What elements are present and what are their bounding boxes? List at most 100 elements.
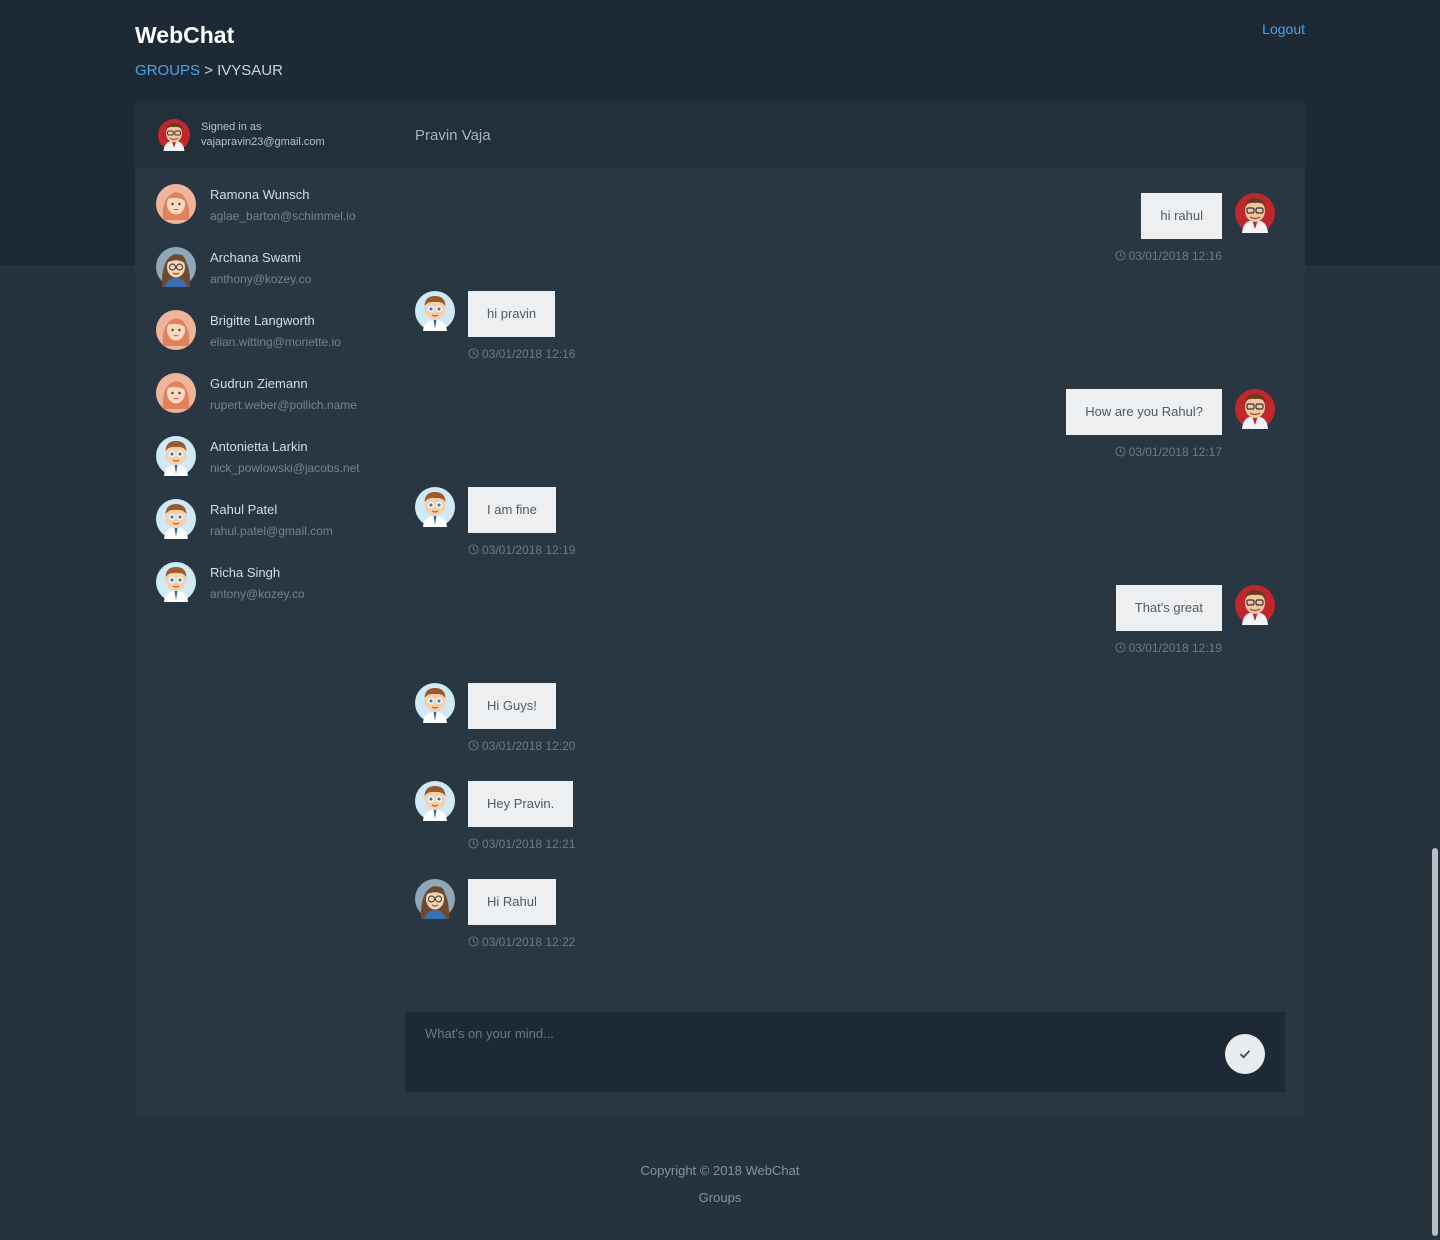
chat-message: How are you Rahul? 03/01/2018 12:17 <box>385 389 1305 479</box>
message-time: 03/01/2018 12:16 <box>1128 249 1222 263</box>
footer: Copyright © 2018 WebChat Groups <box>0 1163 1440 1205</box>
contact-email: elian.witting@moriette.io <box>210 335 341 349</box>
contact-name: Brigitte Langworth <box>210 313 315 328</box>
message-bubble: Hi Rahul <box>468 879 556 925</box>
message-time: 03/01/2018 12:22 <box>482 935 576 949</box>
contact-item[interactable]: Ramona Wunsch aglae_barton@schimmel.io <box>135 174 385 237</box>
message-timestamp: 03/01/2018 12:22 <box>468 935 575 949</box>
message-timestamp: 03/01/2018 12:20 <box>468 739 575 753</box>
contacts-sidebar: Signed in as vajapravin23@gmail.com Ramo… <box>135 103 385 1116</box>
chat-message: Hi Guys! 03/01/2018 12:20 <box>385 683 1305 773</box>
contact-email: aglae_barton@schimmel.io <box>210 209 356 223</box>
chat-message: I am fine 03/01/2018 12:19 <box>385 487 1305 577</box>
man-glasses-avatar-icon <box>158 119 190 151</box>
contact-name: Ramona Wunsch <box>210 187 310 202</box>
message-timestamp: 03/01/2018 12:16 <box>1115 249 1222 263</box>
clock-icon <box>468 740 479 751</box>
message-timestamp: 03/01/2018 12:17 <box>1115 445 1222 459</box>
contact-email: rupert.weber@pollich.name <box>210 398 357 412</box>
chat-message: That's great 03/01/2018 12:19 <box>385 585 1305 675</box>
message-timestamp: 03/01/2018 12:19 <box>468 543 575 557</box>
boy-avatar-icon <box>415 781 455 821</box>
contact-name: Antonietta Larkin <box>210 439 308 454</box>
boy-avatar-icon <box>415 487 455 527</box>
send-button[interactable] <box>1225 1034 1265 1074</box>
message-bubble: Hey Pravin. <box>468 781 574 827</box>
message-time: 03/01/2018 12:17 <box>1128 445 1222 459</box>
clock-icon <box>1115 446 1126 457</box>
breadcrumb-separator: > <box>204 62 213 79</box>
contact-email: rahul.patel@gmail.com <box>210 524 333 538</box>
boy-avatar-icon <box>415 683 455 723</box>
message-timestamp: 03/01/2018 12:19 <box>1115 641 1222 655</box>
contact-item[interactable]: Archana Swami anthony@kozey.co <box>135 237 385 300</box>
check-icon <box>1239 1050 1251 1059</box>
chat-area: Pravin Vaja hi rahul 03/01/2018 12:16 hi p… <box>385 103 1305 1116</box>
contact-item[interactable]: Richa Singh antony@kozey.co <box>135 552 385 615</box>
chat-message: hi rahul 03/01/2018 12:16 <box>385 193 1305 283</box>
boy-avatar-icon <box>156 562 196 602</box>
message-timestamp: 03/01/2018 12:16 <box>468 347 575 361</box>
clock-icon <box>468 838 479 849</box>
message-bubble: hi pravin <box>468 291 556 337</box>
breadcrumb: GROUPS > IVYSAUR <box>135 62 283 79</box>
contact-email: anthony@kozey.co <box>210 272 312 286</box>
page-scrollbar[interactable] <box>1432 848 1438 1236</box>
contact-item[interactable]: Gudrun Ziemann rupert.weber@pollich.name <box>135 363 385 426</box>
logout-link[interactable]: Logout <box>1262 21 1305 37</box>
message-bubble: How are you Rahul? <box>1066 389 1222 435</box>
chat-header: Pravin Vaja <box>385 103 1305 168</box>
signed-in-email: vajapravin23@gmail.com <box>201 136 325 148</box>
copyright-text: Copyright © 2018 WebChat <box>640 1163 800 1178</box>
message-time: 03/01/2018 12:20 <box>482 739 576 753</box>
contact-item[interactable]: Antonietta Larkin nick_powlowski@jacobs.n… <box>135 426 385 489</box>
message-time: 03/01/2018 12:16 <box>482 347 576 361</box>
signed-in-box: Signed in as vajapravin23@gmail.com <box>135 103 385 168</box>
message-input[interactable] <box>425 1026 1205 1076</box>
message-time: 03/01/2018 12:19 <box>482 543 576 557</box>
message-time: 03/01/2018 12:19 <box>1128 641 1222 655</box>
contact-name: Archana Swami <box>210 250 302 265</box>
message-timestamp: 03/01/2018 12:21 <box>468 837 575 851</box>
clock-icon <box>468 544 479 555</box>
clock-icon <box>468 936 479 947</box>
message-time: 03/01/2018 12:21 <box>482 837 576 851</box>
man-glasses-avatar-icon <box>1235 389 1275 429</box>
man-glasses-avatar-icon <box>1235 193 1275 233</box>
clock-icon <box>1115 642 1126 653</box>
message-bubble: I am fine <box>468 487 556 533</box>
contact-item[interactable]: Rahul Patel rahul.patel@gmail.com <box>135 489 385 552</box>
woman-glasses-avatar-icon <box>415 879 455 919</box>
contact-email: antony@kozey.co <box>210 587 305 601</box>
chat-message: Hey Pravin. 03/01/2018 12:21 <box>385 781 1305 871</box>
breadcrumb-current: IVYSAUR <box>217 62 283 79</box>
clock-icon <box>468 348 479 359</box>
woman-avatar-icon <box>156 310 196 350</box>
footer-groups-link[interactable]: Groups <box>0 1190 1440 1205</box>
woman-avatar-icon <box>156 184 196 224</box>
app-title: WebChat <box>135 22 235 48</box>
contact-item[interactable]: Brigitte Langworth elian.witting@moriette… <box>135 300 385 363</box>
man-glasses-avatar-icon <box>1235 585 1275 625</box>
contact-name: Gudrun Ziemann <box>210 376 308 391</box>
composer <box>405 1012 1285 1092</box>
chat-panel: Signed in as vajapravin23@gmail.com Ramo… <box>135 103 1305 1116</box>
woman-glasses-avatar-icon <box>156 247 196 287</box>
message-bubble: hi rahul <box>1141 193 1222 239</box>
contact-email: nick_powlowski@jacobs.net <box>210 461 360 475</box>
signed-in-label: Signed in as <box>201 121 262 133</box>
chat-message: Hi Rahul 03/01/2018 12:22 <box>385 879 1305 969</box>
boy-avatar-icon <box>156 499 196 539</box>
woman-avatar-icon <box>156 373 196 413</box>
chat-message: hi pravin 03/01/2018 12:16 <box>385 291 1305 381</box>
message-bubble: That's great <box>1115 585 1222 631</box>
contact-name: Rahul Patel <box>210 502 278 517</box>
contact-name: Richa Singh <box>210 565 281 580</box>
clock-icon <box>1115 250 1126 261</box>
boy-avatar-icon <box>415 291 455 331</box>
app-header: WebChat Logout GROUPS > IVYSAUR <box>135 0 1305 100</box>
chat-title: Pravin Vaja <box>415 127 491 144</box>
breadcrumb-groups-link[interactable]: GROUPS <box>135 62 200 79</box>
boy-avatar-icon <box>156 436 196 476</box>
message-bubble: Hi Guys! <box>468 683 556 729</box>
